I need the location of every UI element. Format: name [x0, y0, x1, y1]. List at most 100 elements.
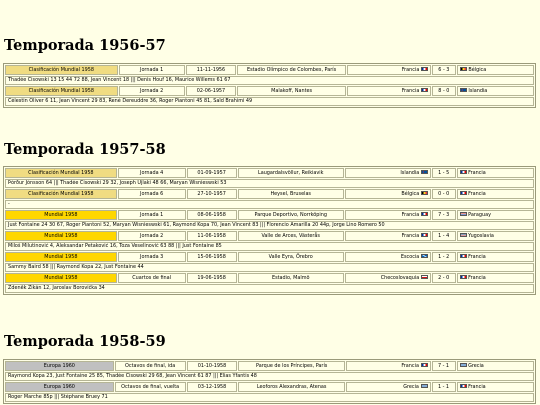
france-flag-icon	[459, 190, 467, 196]
away-team-cell[interactable]: Yugoslavia	[456, 231, 534, 241]
venue-cell[interactable]: Estadio, Malmö	[237, 273, 344, 283]
home-team-cell[interactable]: Bélgica	[344, 189, 431, 199]
score-cell: 7 - 3	[431, 210, 456, 220]
away-team-name[interactable]: Grecia	[468, 363, 484, 369]
home-team-cell[interactable]: Francia	[347, 65, 431, 75]
away-team-name[interactable]: Francia	[468, 254, 486, 260]
venue-cell[interactable]: Estadio Olímpico de Colombes, París	[237, 65, 347, 75]
competition-cell[interactable]: Mundial 1958	[5, 273, 117, 283]
competition-cell[interactable]: Mundial 1958	[5, 210, 117, 220]
competition-cell[interactable]: Europa 1960	[5, 361, 114, 371]
home-team-name[interactable]: Francia	[402, 67, 420, 73]
home-team-name[interactable]: Escocia	[401, 254, 419, 260]
home-team-cell[interactable]: Escocia	[344, 252, 431, 262]
france-flag-icon	[459, 274, 467, 280]
competition-cell[interactable]: Europa 1960	[5, 382, 114, 392]
venue-cell[interactable]: Valle Eyra, Örebro	[237, 252, 344, 262]
match-row: Europa 1960 Octavos de final, ida 01-10-…	[5, 361, 534, 371]
season-1956-57-heading: Temporada 1956-57	[4, 37, 166, 54]
away-team-name[interactable]: Francia	[468, 384, 486, 390]
home-team-cell[interactable]: Francia	[344, 231, 431, 241]
away-team-cell[interactable]: Francia	[456, 273, 534, 283]
score-cell: 1 - 2	[431, 252, 456, 262]
scorers-cell: Miloš Milutinović 4, Aleksandar Petakovi…	[5, 241, 534, 251]
match-row: Mundial 1958 Jornada 3 15-06-1958 Valle …	[5, 252, 534, 262]
belgium-flag-icon	[420, 190, 428, 196]
scorers-cell: Zdeněk Zikán 12, Jaroslav Borovička 34	[5, 283, 534, 293]
match-row: Clasificación Mundial 1958 Jornada 2 02-…	[5, 86, 534, 96]
round-cell: Jornada 1	[118, 65, 185, 75]
france-flag-icon	[459, 253, 467, 259]
score-cell: 8 - 0	[431, 86, 456, 96]
france-flag-icon	[420, 362, 428, 368]
home-team-name[interactable]: Francia	[402, 88, 420, 94]
away-team-name[interactable]: Bélgica	[468, 67, 486, 73]
away-team-name[interactable]: Francia	[468, 170, 486, 176]
away-team-cell[interactable]: Bélgica	[456, 65, 534, 75]
france-flag-icon	[459, 169, 467, 175]
scorers-row: Just Fontaine 24 30 67, Roger Piantoni 5…	[5, 220, 534, 230]
round-cell: Jornada 1	[117, 210, 186, 220]
date-cell: 02-06-1957	[185, 86, 237, 96]
away-team-name[interactable]: Francia	[468, 191, 486, 197]
scorers-row: Zdeněk Zikán 12, Jaroslav Borovička 34	[5, 283, 534, 293]
away-team-name[interactable]: Islandia	[468, 88, 487, 94]
venue-cell[interactable]: Valle de Arces, Västerås	[237, 231, 344, 241]
scorers-row: -	[5, 199, 534, 209]
home-team-cell[interactable]: Grecia	[346, 382, 431, 392]
away-team-cell[interactable]: Paraguay	[456, 210, 534, 220]
away-team-cell[interactable]: Francia	[456, 252, 534, 262]
home-team-name[interactable]: Francia	[402, 233, 420, 239]
venue-cell[interactable]: Malakoff, Nantes	[237, 86, 347, 96]
yugoslavia-flag-icon	[459, 232, 467, 238]
home-team-name[interactable]: Checoslovaquia	[381, 275, 420, 281]
competition-cell[interactable]: Mundial 1958	[5, 252, 117, 262]
away-team-name[interactable]: Yugoslavia	[468, 233, 494, 239]
venue-cell[interactable]: Parque Deportivo, Norrköping	[237, 210, 344, 220]
score-cell: 6 - 3	[431, 65, 456, 75]
round-cell: Jornada 2	[118, 86, 185, 96]
date-cell: 15-06-1958	[186, 252, 237, 262]
venue-cell[interactable]: Laugardalsvöllur, Reikiavik	[237, 168, 344, 178]
home-team-cell[interactable]: Francia	[346, 361, 431, 371]
away-team-cell[interactable]: Islandia	[456, 86, 534, 96]
season-1958-59-table: Europa 1960 Octavos de final, ida 01-10-…	[3, 359, 536, 404]
match-row: Mundial 1958 Cuartos de final 19-06-1958…	[5, 273, 534, 283]
iceland-flag-icon	[459, 87, 467, 93]
score-cell: 1 - 5	[431, 168, 456, 178]
date-cell: 01-10-1958	[186, 361, 238, 371]
away-team-name[interactable]: Paraguay	[468, 212, 491, 218]
round-cell: Jornada 3	[117, 252, 186, 262]
round-cell: Jornada 4	[117, 168, 186, 178]
venue-cell[interactable]: Leoforos Alexandras, Atenas	[238, 382, 346, 392]
competition-cell[interactable]: Clasificación Mundial 1958	[5, 65, 118, 75]
home-team-name[interactable]: Grecia	[403, 384, 419, 390]
away-team-name[interactable]: Francia	[468, 275, 486, 281]
away-team-cell[interactable]: Francia	[456, 382, 534, 392]
competition-cell[interactable]: Mundial 1958	[5, 231, 117, 241]
venue-cell[interactable]: Parque de los Príncipes, París	[238, 361, 346, 371]
scorers-row: Raymond Kopa 23, Just Fontaine 25 85, Th…	[5, 371, 534, 381]
competition-cell[interactable]: Clasificación Mundial 1958	[5, 86, 118, 96]
date-cell: 19-06-1958	[186, 273, 237, 283]
competition-cell[interactable]: Clasificación Mundial 1958	[5, 189, 117, 199]
scorers-row: Roger Marche 85p ||| Stéphane Bruey 71	[5, 392, 534, 402]
away-team-cell[interactable]: Francia	[456, 168, 534, 178]
score-cell: 1 - 4	[431, 231, 456, 241]
match-row: Clasificación Mundial 1958 Jornada 1 11-…	[5, 65, 534, 75]
competition-cell[interactable]: Clasificación Mundial 1958	[5, 168, 117, 178]
season-1958-59-heading: Temporada 1958-59	[4, 333, 166, 350]
score-cell: 2 - 0	[431, 273, 456, 283]
home-team-cell[interactable]: Francia	[347, 86, 431, 96]
home-team-name[interactable]: Francia	[401, 363, 419, 369]
home-team-cell[interactable]: Islandia	[344, 168, 431, 178]
home-team-cell[interactable]: Checoslovaquia	[344, 273, 431, 283]
scorers-cell: Raymond Kopa 23, Just Fontaine 25 85, Th…	[5, 371, 534, 381]
home-team-name[interactable]: Bélgica	[401, 191, 419, 197]
home-team-cell[interactable]: Francia	[344, 210, 431, 220]
away-team-cell[interactable]: Grecia	[456, 361, 534, 371]
venue-cell[interactable]: Heysel, Bruselas	[237, 189, 344, 199]
home-team-name[interactable]: Islandia	[400, 170, 419, 176]
home-team-name[interactable]: Francia	[402, 212, 420, 218]
away-team-cell[interactable]: Francia	[456, 189, 534, 199]
